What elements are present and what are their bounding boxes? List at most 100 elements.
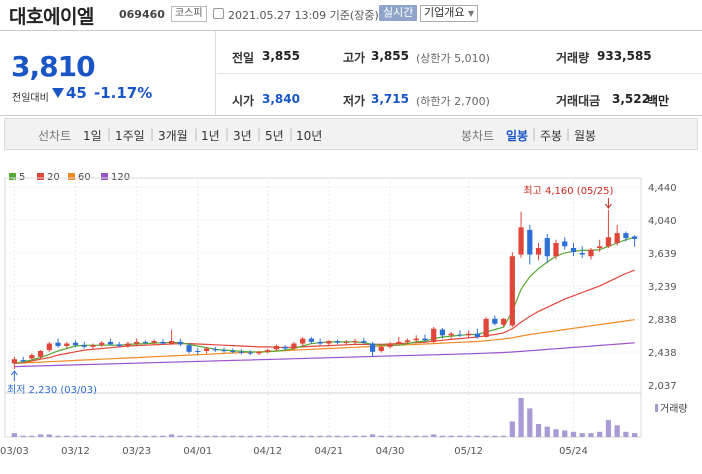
volume-bar [291, 435, 297, 437]
high-annotation: 최고 4,160 (05/25) [523, 185, 613, 197]
volume-bar [439, 435, 446, 437]
candle-body [588, 249, 594, 257]
candle [238, 349, 245, 355]
moving-average-lines [14, 236, 635, 368]
volume-bar [474, 435, 481, 437]
candle-body [457, 334, 463, 336]
candle-body [221, 350, 227, 352]
volume-bar [457, 435, 463, 437]
candle-body [116, 344, 122, 347]
candle [413, 335, 419, 342]
candle-body [212, 349, 218, 351]
candle-body [404, 340, 411, 342]
volume-bar [99, 435, 105, 437]
volume-bar [134, 435, 140, 437]
volume-bar [151, 435, 157, 437]
candle-body [72, 342, 79, 346]
candle-body [614, 233, 620, 244]
candle-body [46, 343, 52, 351]
candle [107, 338, 114, 346]
candle-body [352, 341, 358, 343]
candle-body [29, 355, 35, 359]
y-tick-label: 4,440 [648, 183, 677, 194]
candle [431, 327, 437, 344]
candle-body [203, 348, 210, 351]
candle [387, 341, 393, 349]
candle [125, 341, 131, 348]
candlestick-chart[interactable]: 4,440 4,040 3,639 3,239 2,838 2,438 2,037 03/03… [0, 0, 702, 474]
volume-bar [378, 435, 384, 437]
candle-body [317, 341, 323, 344]
candle-body [64, 343, 70, 347]
candle [308, 336, 315, 344]
volume-bar [37, 434, 44, 437]
volume-bar [11, 433, 17, 437]
volume-legend-swatch [655, 404, 658, 412]
candle-body [247, 352, 253, 354]
candle [492, 315, 498, 326]
volume-bar [125, 435, 131, 437]
candle [483, 317, 489, 338]
y-tick-label: 2,438 [648, 348, 677, 359]
candle-body [509, 256, 515, 326]
candle [160, 339, 166, 345]
candle [614, 224, 620, 246]
candle [55, 338, 61, 348]
volume-bar [195, 435, 201, 437]
volume-bar [300, 435, 306, 437]
candle [570, 243, 577, 257]
volume-bar [466, 435, 472, 437]
volume-bar [369, 434, 376, 437]
volume-bar [29, 435, 35, 437]
candle [11, 356, 17, 370]
candle-body [125, 343, 131, 347]
candle-body [439, 329, 446, 336]
volume-bar [483, 435, 489, 437]
volume-bar [448, 435, 454, 437]
candle-body [326, 341, 332, 344]
candle-body [500, 318, 507, 325]
candle-body [448, 333, 454, 336]
candle-body [527, 229, 533, 255]
volume-bar [221, 435, 227, 437]
volume-bar [64, 435, 70, 437]
volume-bar [422, 435, 428, 437]
candle-body [553, 243, 559, 257]
candle-body [570, 247, 577, 253]
candle [605, 210, 612, 248]
volume-bar [343, 435, 349, 437]
candle [212, 346, 218, 352]
candle-body [11, 359, 17, 364]
candle-body [282, 346, 288, 349]
y-tick-label: 2,838 [648, 315, 677, 326]
ma-line-60 [14, 319, 635, 364]
volume-bar [326, 435, 332, 437]
candle-body [300, 338, 306, 344]
candle [81, 341, 87, 349]
candle-body [562, 241, 568, 247]
candle-body [230, 350, 236, 352]
candle [326, 340, 332, 346]
candle-body [378, 346, 384, 351]
candle-body [151, 341, 157, 343]
candle-body [492, 318, 498, 324]
chart-axes: 4,440 4,040 3,639 3,239 2,838 2,438 2,037 03/03… [0, 183, 688, 457]
candle-body [632, 236, 638, 239]
candle-body [369, 343, 376, 352]
volume-bar [518, 398, 524, 437]
volume-bar [605, 420, 612, 437]
volume-label: 거래량 [660, 403, 688, 415]
candle [195, 347, 201, 355]
volume-bar [72, 435, 79, 437]
volume-bar [361, 435, 367, 437]
candle [579, 246, 585, 258]
candle-body [579, 252, 585, 255]
x-tick-label: 03/03 [0, 446, 29, 457]
candle [466, 330, 472, 338]
candle-body [81, 345, 87, 347]
candle-body [413, 338, 419, 341]
x-tick-label: 05/24 [559, 446, 588, 457]
volume-bar [535, 424, 542, 437]
candle-body [334, 341, 341, 343]
candle [334, 339, 341, 345]
